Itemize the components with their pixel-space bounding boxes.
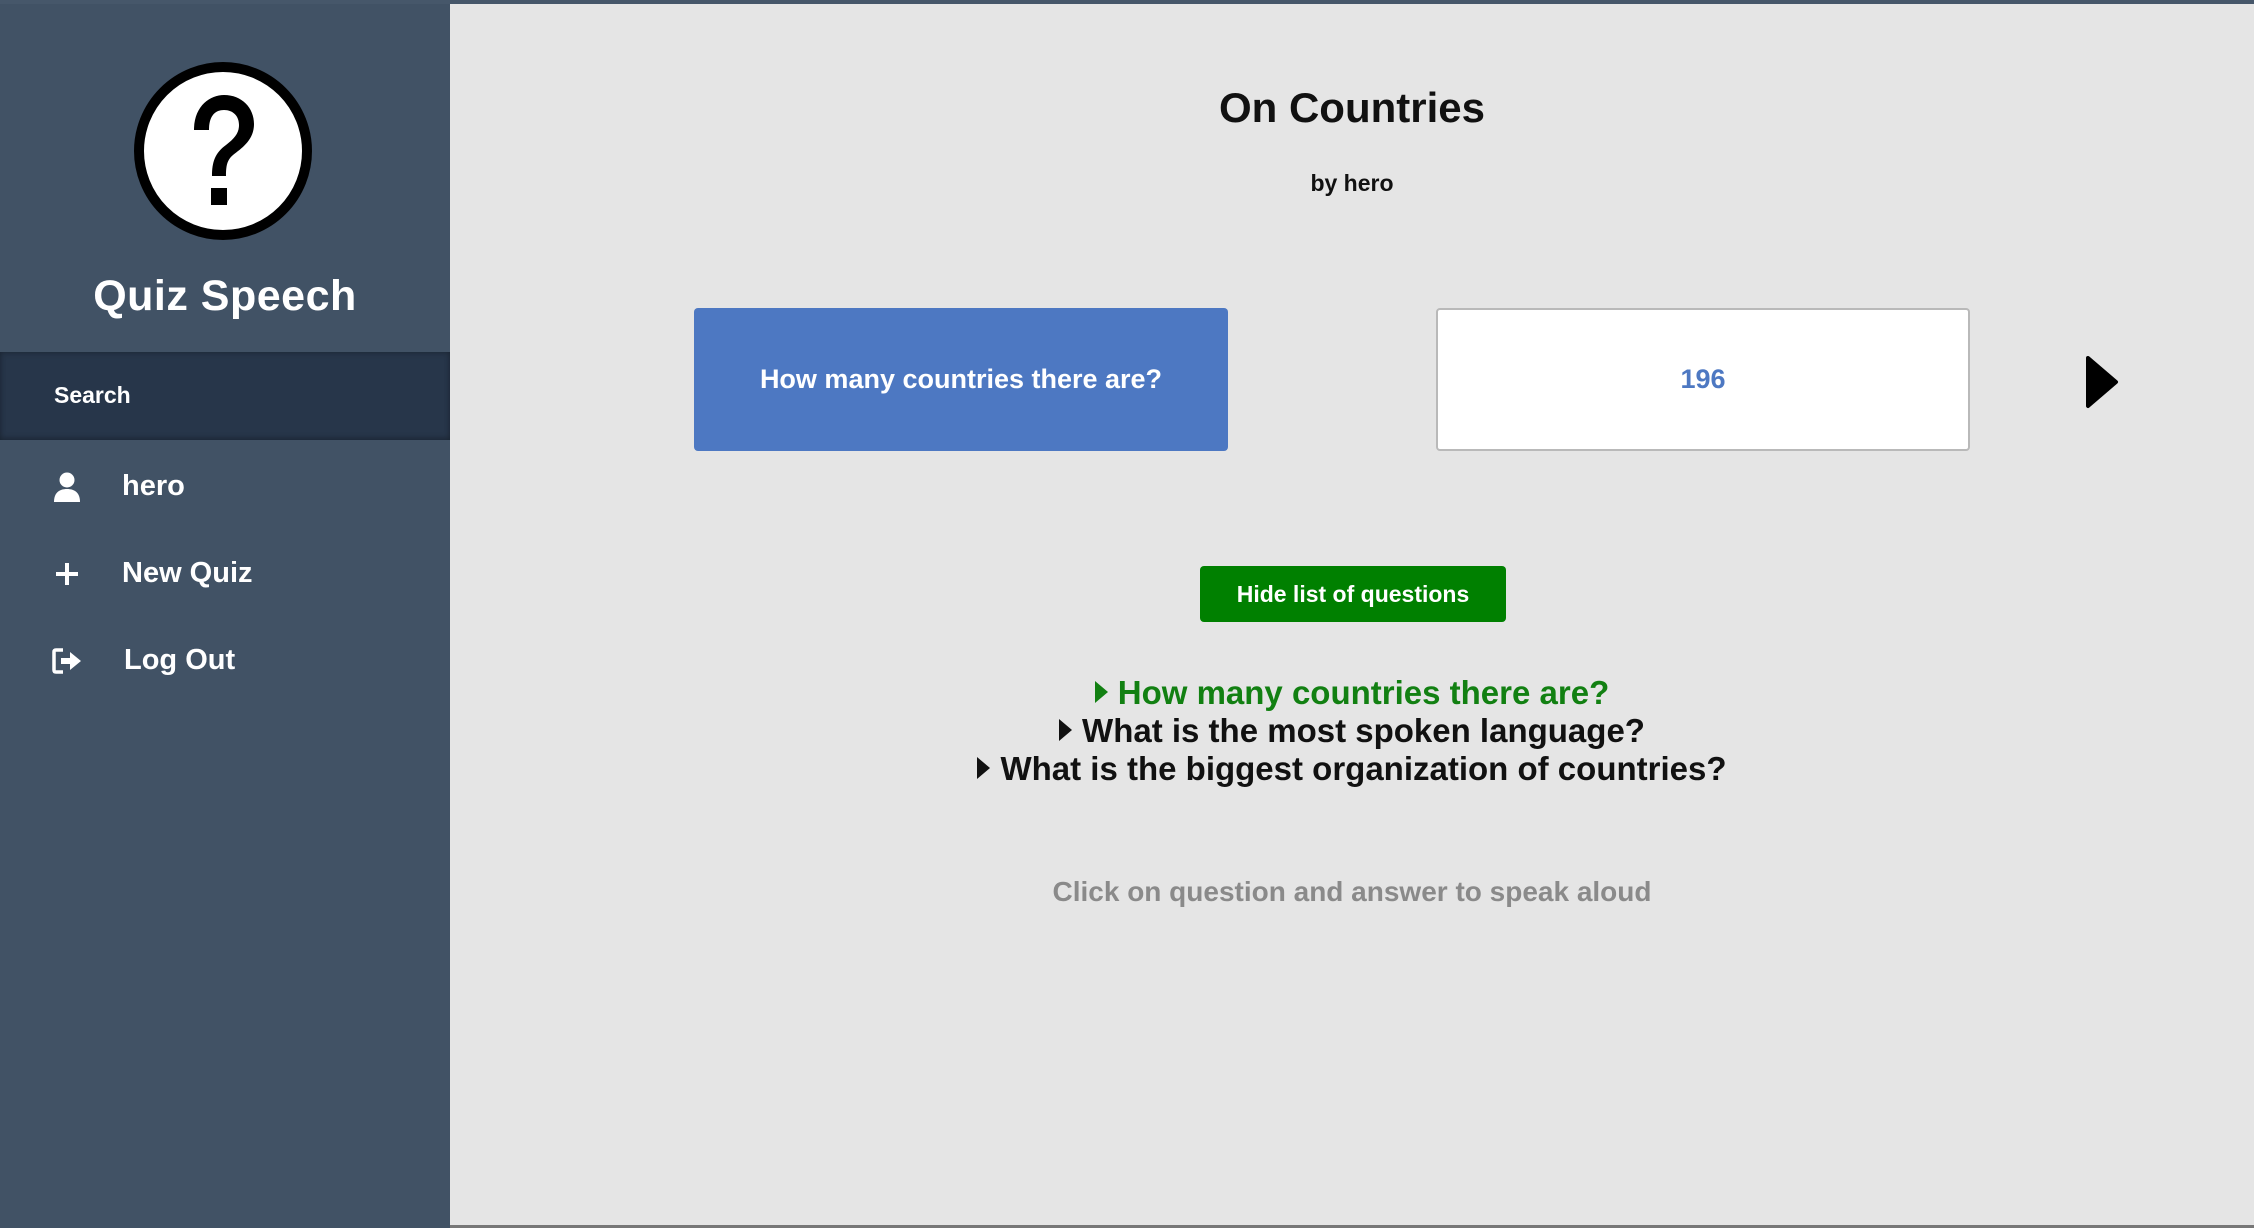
sidebar-item-label: Log Out bbox=[124, 644, 236, 676]
hide-questions-button[interactable]: Hide list of questions bbox=[1200, 566, 1506, 622]
quiz-title: On Countries bbox=[1218, 84, 1485, 131]
caret-right-icon bbox=[977, 757, 991, 779]
app-window: Quiz Speech Search hero New Quiz Log Out… bbox=[0, 0, 2254, 1228]
list-item[interactable]: What is the most spoken language? bbox=[450, 712, 2254, 750]
caret-right-icon bbox=[1059, 719, 1073, 741]
sidebar: Quiz Speech Search hero New Quiz Log Out bbox=[0, 4, 450, 1228]
list-item[interactable]: What is the biggest organization of coun… bbox=[450, 750, 2254, 788]
logout-icon bbox=[52, 648, 81, 674]
question-list: How many countries there are? What is th… bbox=[450, 674, 2254, 788]
main-content: On Countries by hero How many countries … bbox=[450, 4, 2254, 1228]
sidebar-item-search[interactable]: Search bbox=[0, 352, 450, 440]
app-title: Quiz Speech bbox=[93, 272, 357, 320]
question-text: What is the biggest organization of coun… bbox=[1000, 750, 1727, 787]
sidebar-item-label: Search bbox=[54, 382, 131, 408]
answer-card[interactable]: 196 bbox=[1436, 308, 1970, 451]
sidebar-item-log-out[interactable]: Log Out bbox=[0, 626, 450, 696]
question-mark-circle-icon[interactable] bbox=[132, 60, 314, 242]
question-text: What is the most spoken language? bbox=[1082, 712, 1645, 749]
play-arrow-icon[interactable] bbox=[2084, 354, 2120, 410]
list-item[interactable]: How many countries there are? bbox=[450, 674, 2254, 712]
sidebar-item-user[interactable]: hero bbox=[0, 452, 450, 522]
speak-hint: Click on question and answer to speak al… bbox=[1052, 876, 1652, 907]
plus-icon bbox=[56, 563, 78, 585]
question-card[interactable]: How many countries there are? bbox=[694, 308, 1228, 451]
sidebar-item-label: New Quiz bbox=[122, 557, 253, 589]
question-text: How many countries there are? bbox=[1117, 674, 1610, 711]
caret-right-icon bbox=[1094, 681, 1108, 703]
quiz-author: by hero bbox=[1310, 170, 1394, 196]
sidebar-item-label: hero bbox=[122, 470, 185, 502]
user-icon bbox=[54, 472, 80, 502]
sidebar-item-new-quiz[interactable]: New Quiz bbox=[0, 539, 450, 609]
